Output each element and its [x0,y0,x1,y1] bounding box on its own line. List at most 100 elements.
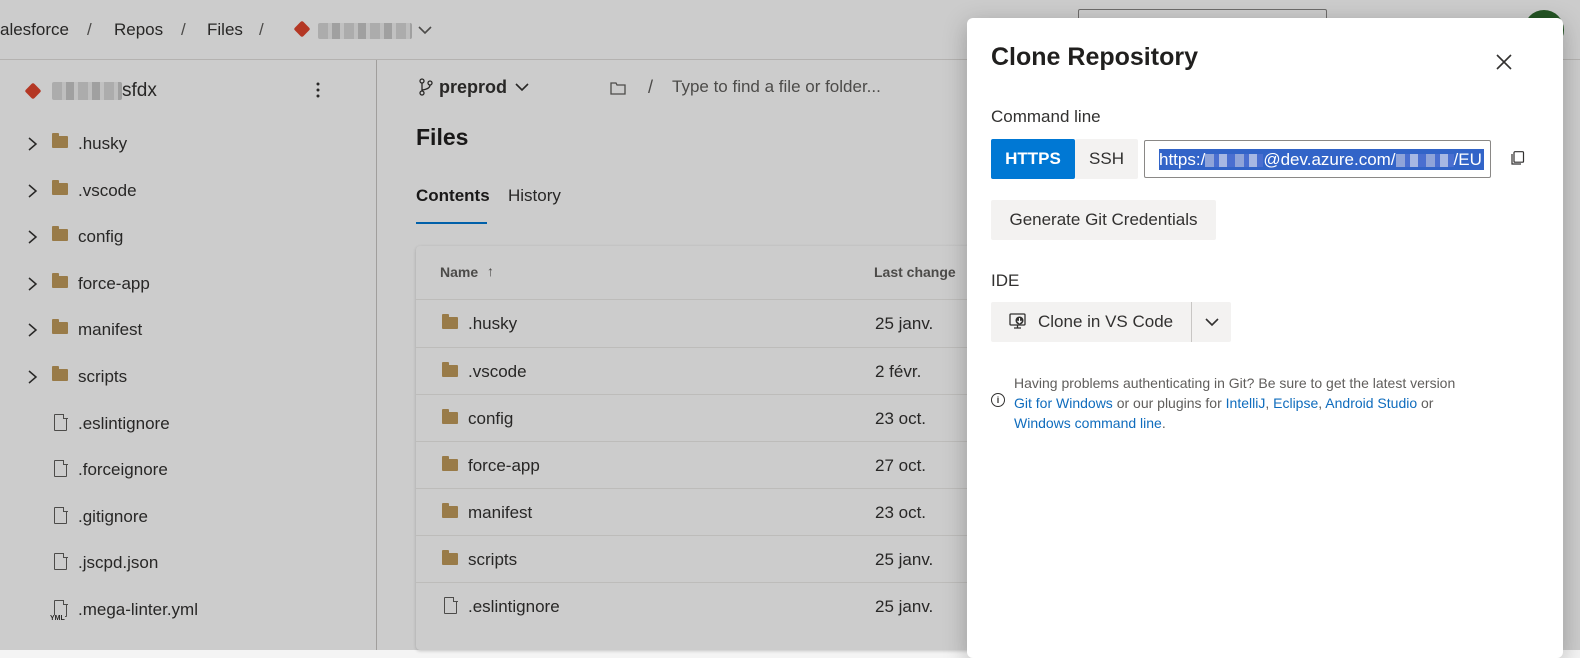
chevron-right-icon[interactable] [26,320,40,340]
tree-item-label: .gitignore [78,507,148,526]
ssh-toggle-button[interactable]: SSH [1075,139,1138,179]
table-row[interactable]: config 23 oct. [416,394,1016,442]
chevron-right-icon[interactable] [26,134,40,154]
tree-item[interactable]: .eslintignore [0,402,376,448]
column-header-name[interactable]: Name [440,264,478,280]
branch-selector[interactable]: preprod [439,77,507,98]
help-text-part: or [1417,395,1434,411]
path-search-input[interactable]: Type to find a file or folder... [672,77,881,97]
folder-icon [52,319,68,334]
tree-item[interactable]: .vscode [0,169,376,215]
table-row[interactable]: force-app 27 oct. [416,441,1016,489]
folder-icon [52,366,68,381]
info-icon: i [991,393,1005,407]
folder-icon [442,550,458,565]
link-android-studio[interactable]: Android Studio [1325,395,1417,411]
tab-contents[interactable]: Contents [416,186,490,206]
clone-url-field[interactable]: https:/ @dev.azure.com/ /EU [1144,140,1491,178]
row-name[interactable]: .husky [468,314,517,334]
row-name[interactable]: .vscode [468,362,527,382]
folder-icon [442,362,458,377]
breadcrumb-org[interactable]: alesforce [0,20,69,40]
tree-item-label: config [78,227,124,246]
row-name[interactable]: config [468,409,513,429]
file-icon [444,596,458,614]
url-prefix: https:/ [1159,150,1206,169]
tree-item[interactable]: .forceignore [0,448,376,494]
breadcrumb-separator: / [181,20,186,39]
generate-git-credentials-button[interactable]: Generate Git Credentials [991,200,1216,240]
table-row[interactable]: .husky 25 janv. [416,299,1016,347]
url-redacted [1395,154,1454,168]
row-date: 25 janv. [875,314,934,333]
table-row[interactable]: .vscode 2 févr. [416,347,1016,395]
branch-icon [419,78,433,96]
tree-item[interactable]: .husky [0,122,376,168]
tree-item[interactable]: manifest [0,308,376,354]
row-date: 23 oct. [875,503,927,522]
tab-history[interactable]: History [508,186,561,206]
git-repo-icon [24,82,42,100]
row-date: 2 févr. [875,362,922,381]
row-date: 27 oct. [875,456,927,475]
row-date: 25 janv. [875,597,934,616]
folder-icon [52,180,68,195]
tree-item[interactable]: .gitignore [0,495,376,541]
https-toggle-button[interactable]: HTTPS [991,139,1075,179]
row-name[interactable]: manifest [468,503,532,523]
clone-ide-dropdown-button[interactable] [1191,302,1231,342]
tree-item-label: force-app [78,274,150,293]
tree-item[interactable]: YML .mega-linter.yml [0,588,376,634]
repo-name-redacted[interactable] [318,23,412,39]
chevron-down-icon[interactable] [515,82,529,92]
folder-outline-icon [610,82,626,95]
tree-item[interactable]: scripts [0,355,376,401]
table-row[interactable]: manifest 23 oct. [416,488,1016,536]
link-git-for-windows[interactable]: Git for Windows [1014,395,1113,411]
tree-item[interactable]: config [0,215,376,261]
tree-item-label: .forceignore [78,460,168,479]
sort-ascending-icon[interactable]: ↑ [487,263,494,279]
active-tab-indicator [416,222,487,224]
ide-label: IDE [991,271,1020,290]
tree-item[interactable]: .jscpd.json [0,541,376,587]
link-eclipse[interactable]: Eclipse [1273,395,1318,411]
folder-icon [442,503,458,518]
row-name[interactable]: force-app [468,456,540,476]
column-header-last-change[interactable]: Last change [874,264,956,280]
more-options-icon[interactable] [315,81,321,99]
url-suffix: /EU [1453,150,1482,169]
repo-name: sfdx [122,80,157,101]
copy-icon[interactable] [1511,151,1525,165]
close-icon[interactable] [1494,52,1514,72]
table-row[interactable]: .eslintignore 25 janv. [416,582,1016,630]
link-intellij[interactable]: IntelliJ [1226,395,1266,411]
chevron-down-icon [1204,317,1219,326]
row-name[interactable]: scripts [468,550,517,570]
table-row[interactable]: scripts 25 janv. [416,535,1016,583]
folder-icon [442,456,458,471]
repo-name-redacted [52,82,122,100]
link-windows-command-line[interactable]: Windows command line [1014,415,1162,431]
chevron-right-icon[interactable] [26,227,40,247]
chevron-right-icon[interactable] [26,181,40,201]
file-tree-sidebar: sfdx .husky .vscode config force-app man… [0,60,377,650]
help-text: Having problems authenticating in Git? B… [1014,373,1514,433]
row-name[interactable]: .eslintignore [468,597,560,617]
help-text-part: or our plugins for [1112,395,1226,411]
chevron-down-icon[interactable] [418,25,432,35]
tree-item-label: scripts [78,367,128,386]
help-text-part: Having problems authenticating in Git? B… [1014,375,1456,391]
chevron-right-icon[interactable] [26,367,40,387]
breadcrumb-separator: / [87,20,92,39]
tree-item[interactable]: force-app [0,262,376,308]
breadcrumb-files[interactable]: Files [207,20,243,40]
vs-code-clone-icon [1009,313,1026,329]
command-line-label: Command line [991,107,1101,126]
files-table: Name ↑ Last change .husky 25 janv. .vsco… [416,246,1016,650]
help-text-part: , [1265,395,1274,411]
dialog-title: Clone Repository [991,43,1198,71]
yml-badge: YML [50,615,65,622]
breadcrumb-repos[interactable]: Repos [114,20,163,40]
chevron-right-icon[interactable] [26,274,40,294]
